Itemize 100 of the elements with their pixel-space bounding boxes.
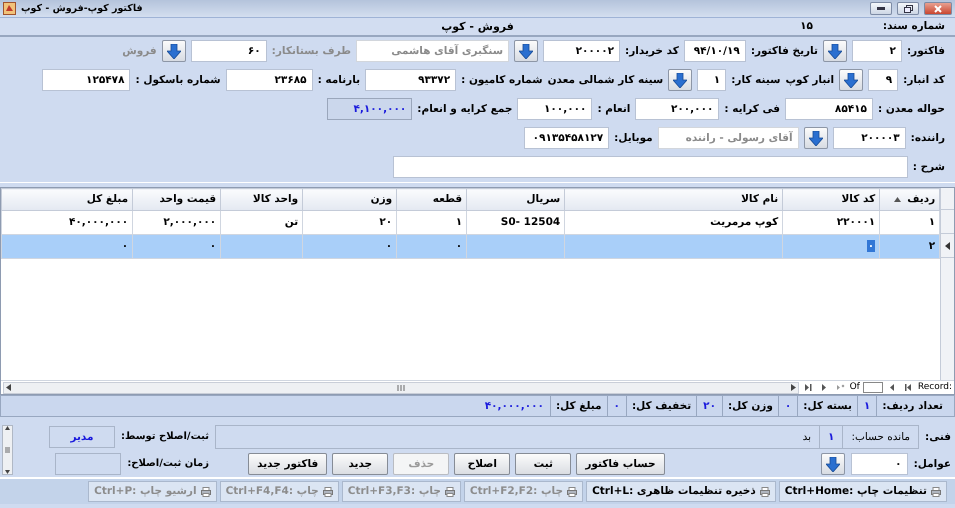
- dropdown-button[interactable]: [839, 69, 864, 91]
- record-label: Record:: [918, 382, 952, 393]
- restore-button[interactable]: [897, 2, 919, 15]
- dropdown-button[interactable]: [668, 69, 692, 91]
- field-label: سینه کار شمالی معدن: [548, 74, 664, 86]
- printer-icon: [567, 486, 578, 496]
- input-field[interactable]: ۰۹۱۳۵۴۵۸۱۲۷: [524, 127, 610, 149]
- field-label: راننده:: [910, 132, 945, 144]
- input-field[interactable]: ۲۰۰۰۰۳: [832, 127, 906, 149]
- input-field[interactable]: ۲: [852, 40, 902, 62]
- action-button[interactable]: ثبت: [515, 453, 572, 475]
- input-field[interactable]: ۱۲۵۴۷۸: [42, 69, 130, 91]
- printer-icon: [322, 486, 333, 496]
- column-header[interactable]: کد کالا: [782, 188, 880, 210]
- grip-icon: [5, 447, 10, 453]
- field-label: انبار کوپ: [785, 74, 834, 86]
- field-label: شماره باسکول :: [135, 74, 221, 86]
- table-cell: ۰: [132, 234, 221, 258]
- input-field[interactable]: ۴,۱۰۰,۰۰۰: [327, 98, 412, 120]
- input-field[interactable]: ۲۳۶۸۵: [226, 69, 313, 91]
- action-button[interactable]: اصلاح: [454, 453, 510, 475]
- arrow-down-icon: [808, 130, 823, 146]
- input-field[interactable]: مدیر: [48, 426, 115, 448]
- balance-label: مانده حساب:: [842, 426, 918, 448]
- printer-icon: [931, 486, 941, 496]
- column-header[interactable]: واحد کالا: [220, 188, 303, 210]
- printer-icon: [200, 486, 211, 496]
- input-field[interactable]: ۰: [850, 453, 908, 475]
- column-header[interactable]: وزن: [302, 188, 397, 210]
- table-cell: ۰: [2, 234, 133, 258]
- field-label: ثبت/اصلاح توسط:: [120, 430, 209, 442]
- close-button[interactable]: [924, 2, 952, 15]
- arrow-down-icon: [519, 44, 534, 58]
- input-field[interactable]: ۱: [697, 69, 726, 91]
- action-button[interactable]: جدید: [332, 453, 388, 475]
- field-label: زمان ثبت/اصلاح:: [127, 458, 209, 470]
- input-field[interactable]: ۶۰: [190, 40, 267, 62]
- restore-icon: [904, 4, 912, 12]
- field-label: جمع کرایه و انعام:: [417, 102, 512, 116]
- column-header[interactable]: مبلغ کل: [2, 188, 133, 210]
- column-header[interactable]: نام کالا: [564, 188, 783, 210]
- table-cell: ۰: [782, 234, 880, 258]
- field-label: فی کرایه :: [724, 102, 780, 116]
- arrow-down-icon: [826, 456, 840, 472]
- total-label: تعداد ردیف:: [881, 398, 944, 414]
- minimize-icon: [877, 7, 885, 10]
- vertical-scrollbar[interactable]: [2, 425, 13, 475]
- arrow-down-icon: [5, 470, 10, 474]
- arrow-down-icon: [844, 72, 858, 88]
- input-field[interactable]: ۲۰۰,۰۰۰: [635, 98, 720, 120]
- input-field[interactable]: ۸۵۴۱۵: [784, 98, 873, 120]
- total-value: ۰: [778, 396, 798, 416]
- input-field[interactable]: [55, 452, 122, 474]
- balance-side: بد: [802, 430, 812, 445]
- arrow-left-icon: [6, 384, 11, 391]
- field-label: بارنامه :: [318, 74, 360, 86]
- column-header[interactable]: قطعه: [396, 188, 467, 210]
- close-icon: [934, 4, 942, 12]
- input-field[interactable]: [392, 156, 908, 178]
- form-title: فروش - کوپ: [441, 20, 514, 34]
- field-label: تاریخ فاکتور:: [750, 44, 818, 58]
- input-field[interactable]: ۹۴/۱۰/۱۹: [684, 40, 746, 62]
- input-field[interactable]: ۹: [868, 69, 898, 91]
- status-item[interactable]: تنظیمات چاپ :Ctrl+Home: [778, 481, 947, 502]
- total-value: ۰: [608, 396, 627, 416]
- minimize-button[interactable]: [870, 2, 892, 15]
- dropdown-button[interactable]: [514, 40, 538, 62]
- input-field[interactable]: ۲۰۰۰۰۲: [543, 40, 620, 62]
- dropdown-button[interactable]: [822, 40, 847, 62]
- printer-icon: [444, 486, 455, 496]
- total-label: بسته کل:: [798, 396, 858, 416]
- action-button[interactable]: حساب فاکتور: [576, 453, 665, 475]
- app-icon: [3, 2, 16, 15]
- field-label: موبایل:: [614, 132, 653, 144]
- field-label: شرح :: [912, 160, 945, 174]
- dropdown-button[interactable]: [804, 127, 828, 149]
- dropdown-button[interactable]: [162, 40, 186, 62]
- of-label: Of: [850, 382, 860, 393]
- action-button[interactable]: فاکتور جدید: [248, 453, 328, 475]
- column-header[interactable]: قیمت واحد: [132, 188, 221, 210]
- field-label: طرف بستانکار:: [272, 44, 352, 58]
- dropdown-button[interactable]: [820, 453, 845, 475]
- table-cell: ۰: [302, 234, 397, 258]
- total-label: مبلغ کل:: [550, 396, 608, 416]
- record-number-field[interactable]: [862, 382, 883, 393]
- input-field[interactable]: ۹۳۳۷۲: [365, 69, 456, 91]
- arrow-right-icon: [790, 384, 796, 391]
- column-header[interactable]: سریال: [466, 188, 565, 210]
- arrow-down-icon: [166, 44, 181, 58]
- document-number-label: شماره سند:: [882, 20, 945, 33]
- horizontal-scrollbar[interactable]: [3, 382, 799, 394]
- input-field[interactable]: ۱۰۰,۰۰۰: [517, 98, 592, 120]
- column-header[interactable]: ردیف: [880, 188, 940, 210]
- window-title: فاکتور کوپ-فروش - کوپ: [21, 2, 143, 14]
- grip-icon: [396, 384, 405, 390]
- field-label: فاکتور:: [906, 44, 945, 58]
- balance-value: ۱: [819, 426, 842, 448]
- status-item[interactable]: ذخیره تنظیمات ظاهری :Ctrl+L: [586, 481, 776, 502]
- field-label: انعام :: [597, 102, 630, 116]
- field-label: حواله معدن :: [878, 102, 945, 116]
